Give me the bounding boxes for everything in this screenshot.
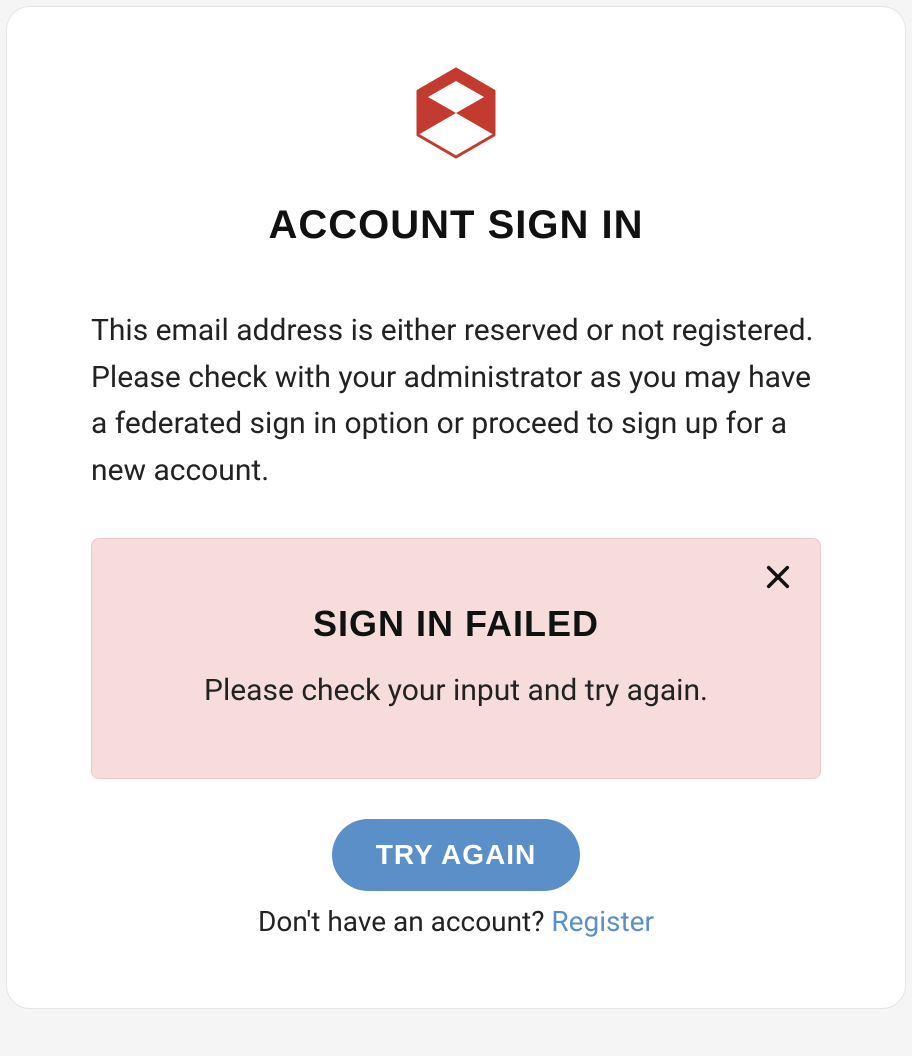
brand-logo-icon	[416, 67, 496, 163]
close-alert-button[interactable]	[760, 559, 796, 598]
signin-card: ACCOUNT SIGN IN This email address is ei…	[6, 6, 906, 1009]
alert-title: SIGN IN FAILED	[128, 603, 784, 645]
try-again-button[interactable]: TRY AGAIN	[332, 819, 580, 891]
alert-body: Please check your input and try again.	[128, 673, 784, 708]
info-message: This email address is either reserved or…	[91, 308, 821, 494]
close-icon	[764, 579, 792, 594]
register-prompt: Don't have an account? Register	[258, 905, 654, 938]
error-alert: SIGN IN FAILED Please check your input a…	[91, 538, 821, 779]
register-prompt-text: Don't have an account?	[258, 905, 551, 938]
page-title: ACCOUNT SIGN IN	[269, 203, 644, 248]
register-link[interactable]: Register	[551, 905, 654, 938]
